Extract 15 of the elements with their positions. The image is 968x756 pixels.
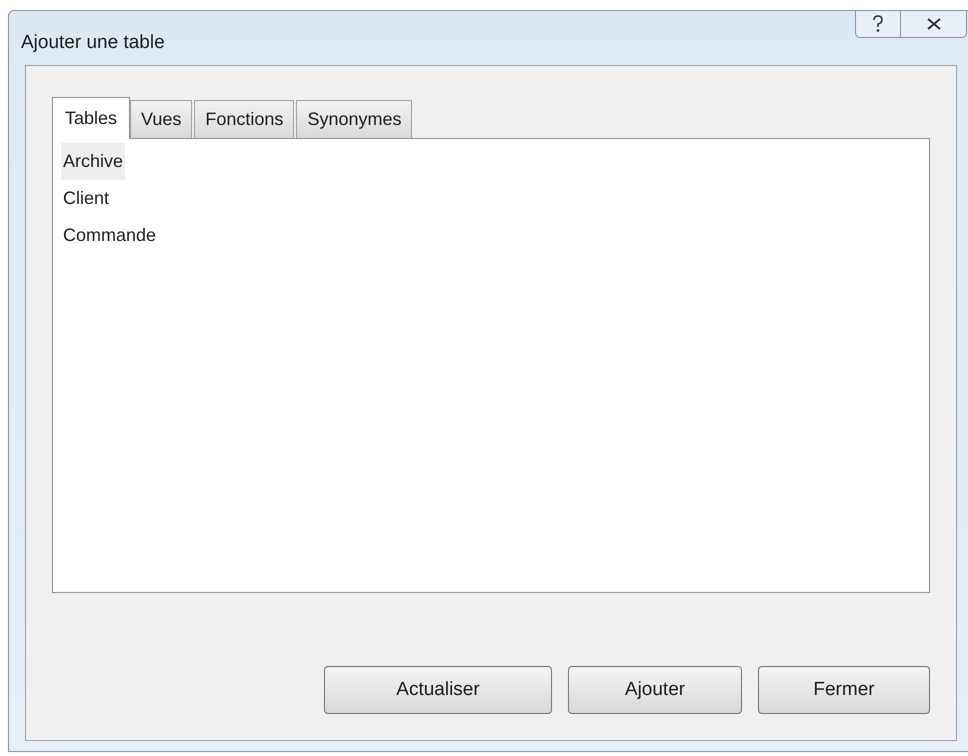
dialog-button[interactable]: Fermer xyxy=(758,666,930,714)
dialog-button[interactable]: Actualiser xyxy=(324,666,552,714)
dialog-button[interactable]: Ajouter xyxy=(568,666,742,714)
list-item[interactable]: Archive xyxy=(61,143,126,180)
close-button[interactable] xyxy=(901,10,967,38)
help-icon xyxy=(872,15,884,33)
window-title: Ajouter une table xyxy=(21,30,166,55)
tab[interactable]: Synonymes xyxy=(296,100,412,138)
list-item[interactable]: Commande xyxy=(61,217,158,254)
close-icon xyxy=(926,18,940,30)
tab[interactable]: Tables xyxy=(52,97,130,139)
tab[interactable]: Vues xyxy=(130,100,192,138)
tab[interactable]: Fonctions xyxy=(194,100,294,138)
list-item[interactable]: Client xyxy=(61,180,112,217)
help-button[interactable] xyxy=(855,10,901,38)
